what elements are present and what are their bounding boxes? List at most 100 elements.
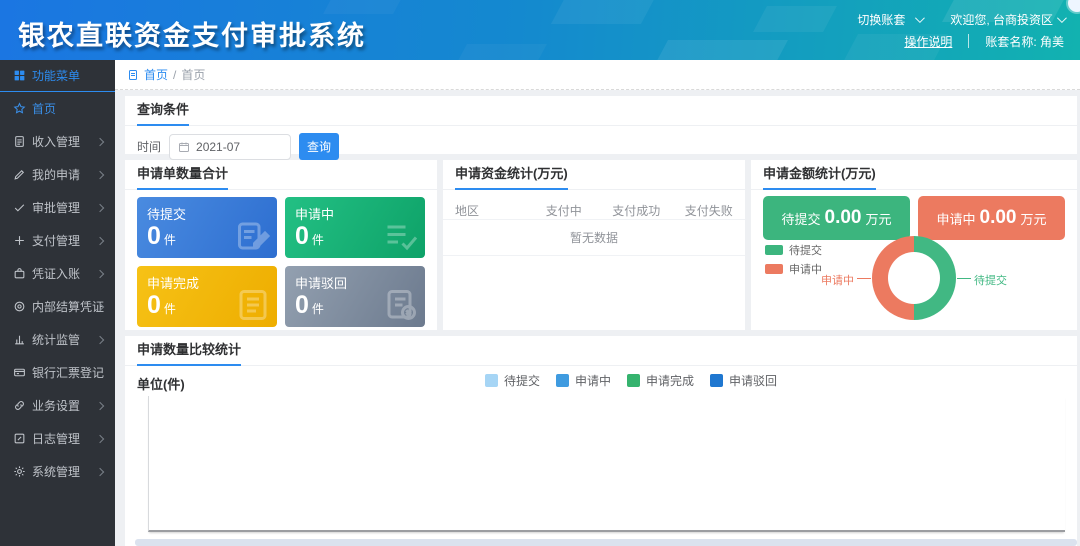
- donut-legend-pending[interactable]: 待提交: [765, 242, 822, 258]
- breadcrumb-separator: /: [173, 68, 176, 82]
- account-name-label: 账套名称: 角美: [985, 33, 1064, 50]
- amount-pending-button[interactable]: 待提交 0.00 万元: [763, 196, 910, 240]
- legend-in-progress[interactable]: 申请中: [556, 372, 611, 389]
- sidebar-item-statistics[interactable]: 统计监管: [0, 323, 115, 356]
- chevron-right-icon: [96, 434, 104, 442]
- corner-widget-icon[interactable]: [1068, 0, 1080, 12]
- breadcrumb-home-link[interactable]: 首页: [144, 66, 168, 83]
- sidebar-item-label: 系统管理: [32, 463, 80, 480]
- funds-table-header: 地区 支付中 支付成功 支付失败: [443, 202, 745, 220]
- list-check-icon: [383, 218, 419, 254]
- welcome-user-dropdown[interactable]: 欢迎您, 台商投资区: [950, 11, 1053, 28]
- sidebar-item-bank-draft[interactable]: 银行汇票登记: [0, 356, 115, 389]
- legend-swatch: [765, 264, 783, 274]
- header-decoration: [323, 0, 407, 14]
- column-pay-success: 支付成功: [600, 202, 673, 219]
- target-icon: [13, 300, 26, 313]
- card-value: 0: [295, 222, 309, 250]
- column-pay-failed: 支付失败: [673, 202, 746, 219]
- legend-swatch: [485, 374, 498, 387]
- legend-rejected[interactable]: 申请驳回: [710, 372, 777, 389]
- time-value: 2021-07: [196, 140, 240, 154]
- plus-cross-icon: [13, 234, 26, 247]
- sidebar-item-payment[interactable]: 支付管理: [0, 224, 115, 257]
- stat-card-in-progress[interactable]: 申请中 0件: [285, 197, 425, 258]
- app-title: 银农直联资金支付审批系统: [18, 14, 366, 53]
- sidebar-item-my-applications[interactable]: 我的申请: [0, 158, 115, 191]
- card-unit: 件: [164, 302, 176, 316]
- breadcrumb: 首页 / 首页: [115, 60, 1080, 90]
- bar-chart-icon: [13, 333, 26, 346]
- chevron-down-icon: [915, 13, 925, 23]
- time-month-input[interactable]: 2021-07: [169, 134, 291, 160]
- stat-card-completed[interactable]: 申请完成 0件: [137, 266, 277, 327]
- chevron-right-icon: [96, 269, 104, 277]
- sidebar-item-label: 内部结算凭证: [32, 298, 104, 315]
- sidebar-menu-header: 功能菜单: [0, 60, 115, 92]
- chevron-right-icon: [96, 203, 104, 211]
- sidebar-item-label: 审批管理: [32, 199, 80, 216]
- doc-edit-icon: [235, 218, 271, 254]
- menu-title: 功能菜单: [32, 67, 80, 84]
- amount-panel-title: 申请金额统计(万元): [763, 163, 876, 190]
- gear-icon: [13, 465, 26, 478]
- pencil-icon: [13, 168, 26, 181]
- stat-card-pending-submit[interactable]: 待提交 0件: [137, 197, 277, 258]
- donut-callout-line: [857, 278, 871, 279]
- column-paying: 支付中: [528, 202, 601, 219]
- time-label: 时间: [137, 138, 161, 155]
- search-button[interactable]: 查询: [299, 133, 339, 160]
- card-unit: 件: [312, 233, 324, 247]
- column-region: 地区: [443, 202, 528, 219]
- sidebar-item-approval[interactable]: 审批管理: [0, 191, 115, 224]
- help-link[interactable]: 操作说明: [904, 33, 952, 50]
- legend-label: 申请完成: [646, 372, 694, 389]
- bar-chart-plot-area: [148, 396, 1065, 532]
- y-axis-unit-label: 单位(件): [137, 374, 185, 393]
- card-value: 0: [147, 222, 161, 250]
- amount-in-progress-button[interactable]: 申请中 0.00 万元: [918, 196, 1065, 240]
- amount-unit: 万元: [1020, 209, 1046, 228]
- app-header: 银农直联资金支付审批系统 切换账套 欢迎您, 台商投资区 操作说明 账套名称: …: [0, 0, 1080, 60]
- sidebar-item-business-settings[interactable]: 业务设置: [0, 389, 115, 422]
- legend-completed[interactable]: 申请完成: [627, 372, 694, 389]
- sidebar-item-income[interactable]: 收入管理: [0, 125, 115, 158]
- legend-swatch: [556, 374, 569, 387]
- query-panel-title: 查询条件: [137, 99, 189, 126]
- briefcase-icon: [13, 267, 26, 280]
- doc-lines-icon: [235, 287, 271, 323]
- sidebar: 功能菜单 首页 收入管理 我的申请 审批管理 支付管理 凭证入账 内部结算凭证 …: [0, 60, 115, 546]
- empty-state-text: 暂无数据: [443, 220, 745, 256]
- switch-account-dropdown[interactable]: 切换账套: [857, 11, 905, 28]
- query-panel: 查询条件 时间 2021-07 查询: [125, 96, 1077, 154]
- header-decoration: [453, 44, 547, 60]
- legend-swatch: [710, 374, 723, 387]
- sidebar-item-voucher-entry[interactable]: 凭证入账: [0, 257, 115, 290]
- sidebar-item-label: 凭证入账: [32, 265, 80, 282]
- chevron-right-icon: [96, 401, 104, 409]
- donut-legend-in-progress[interactable]: 申请中: [765, 261, 822, 277]
- chevron-right-icon: [96, 170, 104, 178]
- sidebar-item-internal-settlement[interactable]: 内部结算凭证: [0, 290, 115, 323]
- chevron-right-icon: [96, 137, 104, 145]
- stat-card-rejected[interactable]: 申请驳回 0件: [285, 266, 425, 327]
- calendar-icon[interactable]: [178, 141, 190, 153]
- star-icon: [13, 102, 26, 115]
- comparison-panel-title: 申请数量比较统计: [137, 339, 241, 366]
- sidebar-item-log[interactable]: 日志管理: [0, 422, 115, 455]
- sidebar-item-label: 收入管理: [32, 133, 80, 150]
- sidebar-item-home[interactable]: 首页: [0, 92, 115, 125]
- card-unit: 件: [164, 233, 176, 247]
- header-decoration: [652, 40, 788, 60]
- horizontal-scrollbar[interactable]: [135, 539, 1077, 546]
- bank-card-icon: [13, 366, 26, 379]
- legend-swatch: [627, 374, 640, 387]
- donut-callout-line: [957, 278, 971, 279]
- comparison-chart-panel: 申请数量比较统计 单位(件) 待提交 申请中 申请完成 申请驳回: [125, 336, 1077, 546]
- sidebar-item-label: 我的申请: [32, 166, 80, 183]
- sidebar-item-label: 银行汇票登记: [32, 364, 104, 381]
- legend-pending-submit[interactable]: 待提交: [485, 372, 540, 389]
- chevron-right-icon: [96, 236, 104, 244]
- sidebar-item-system[interactable]: 系统管理: [0, 455, 115, 488]
- donut-label-in-progress: 申请中: [821, 272, 854, 288]
